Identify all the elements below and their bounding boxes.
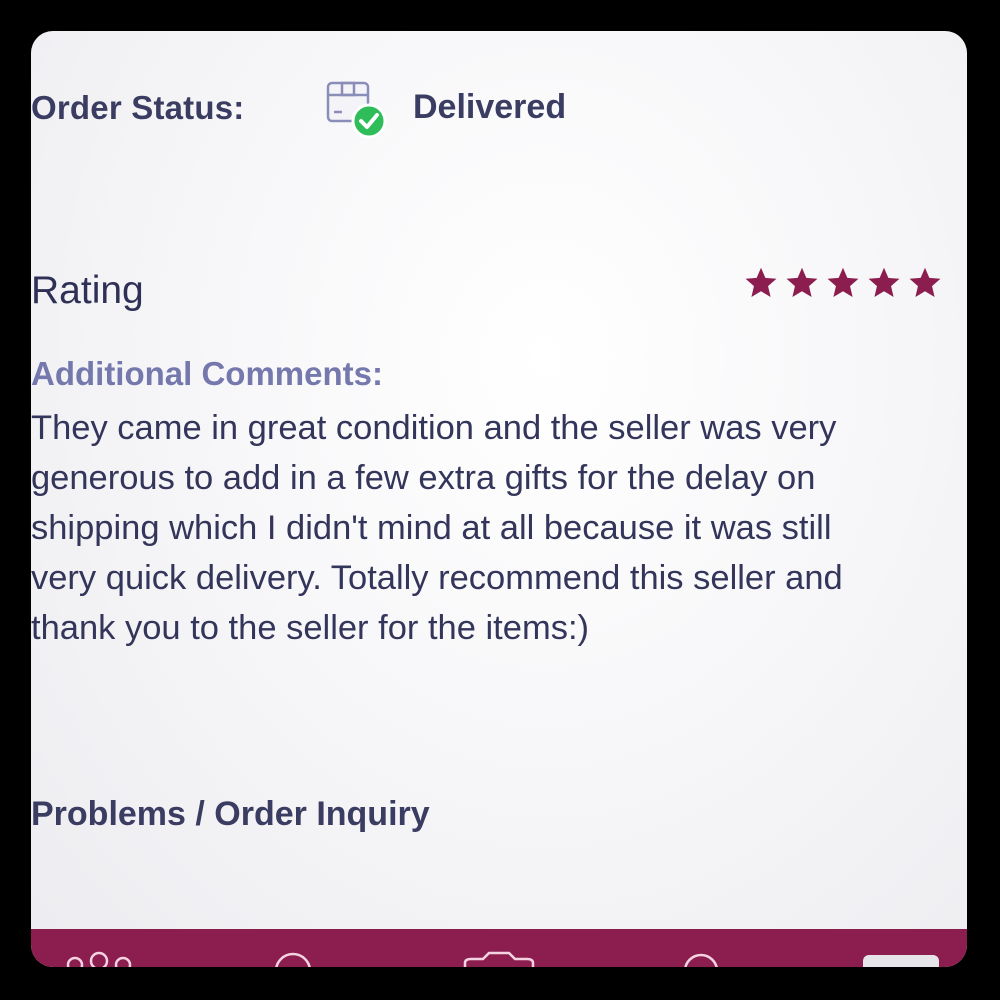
- profile-icon[interactable]: [861, 953, 941, 967]
- order-status-row: Order Status: Delivered: [31, 61, 731, 139]
- additional-comments-text: They came in great condition and the sel…: [31, 409, 843, 647]
- community-icon[interactable]: [63, 951, 135, 967]
- notifications-icon[interactable]: [677, 951, 725, 967]
- order-details-screen: Order Status: Delivered Rating Additiona…: [31, 31, 967, 967]
- bottom-navigation-bar: [31, 929, 967, 967]
- package-check-icon: [326, 81, 387, 139]
- camera-icon[interactable]: [461, 951, 537, 967]
- order-status-value: Delivered: [413, 88, 567, 126]
- photo-frame: Order Status: Delivered Rating Additiona…: [0, 0, 1000, 1000]
- order-status-label: Order Status:: [31, 89, 245, 126]
- problems-order-inquiry-link[interactable]: Problems / Order Inquiry: [31, 795, 430, 834]
- rating-label: Rating: [31, 269, 144, 312]
- star-icon: [745, 267, 777, 297]
- star-rating: [743, 265, 943, 301]
- star-icon: [868, 267, 900, 297]
- additional-comments-label: Additional Comments:: [31, 355, 383, 392]
- star-icon: [909, 267, 941, 297]
- star-icon: [827, 267, 859, 297]
- star-icon: [786, 267, 818, 297]
- search-icon[interactable]: [269, 951, 317, 967]
